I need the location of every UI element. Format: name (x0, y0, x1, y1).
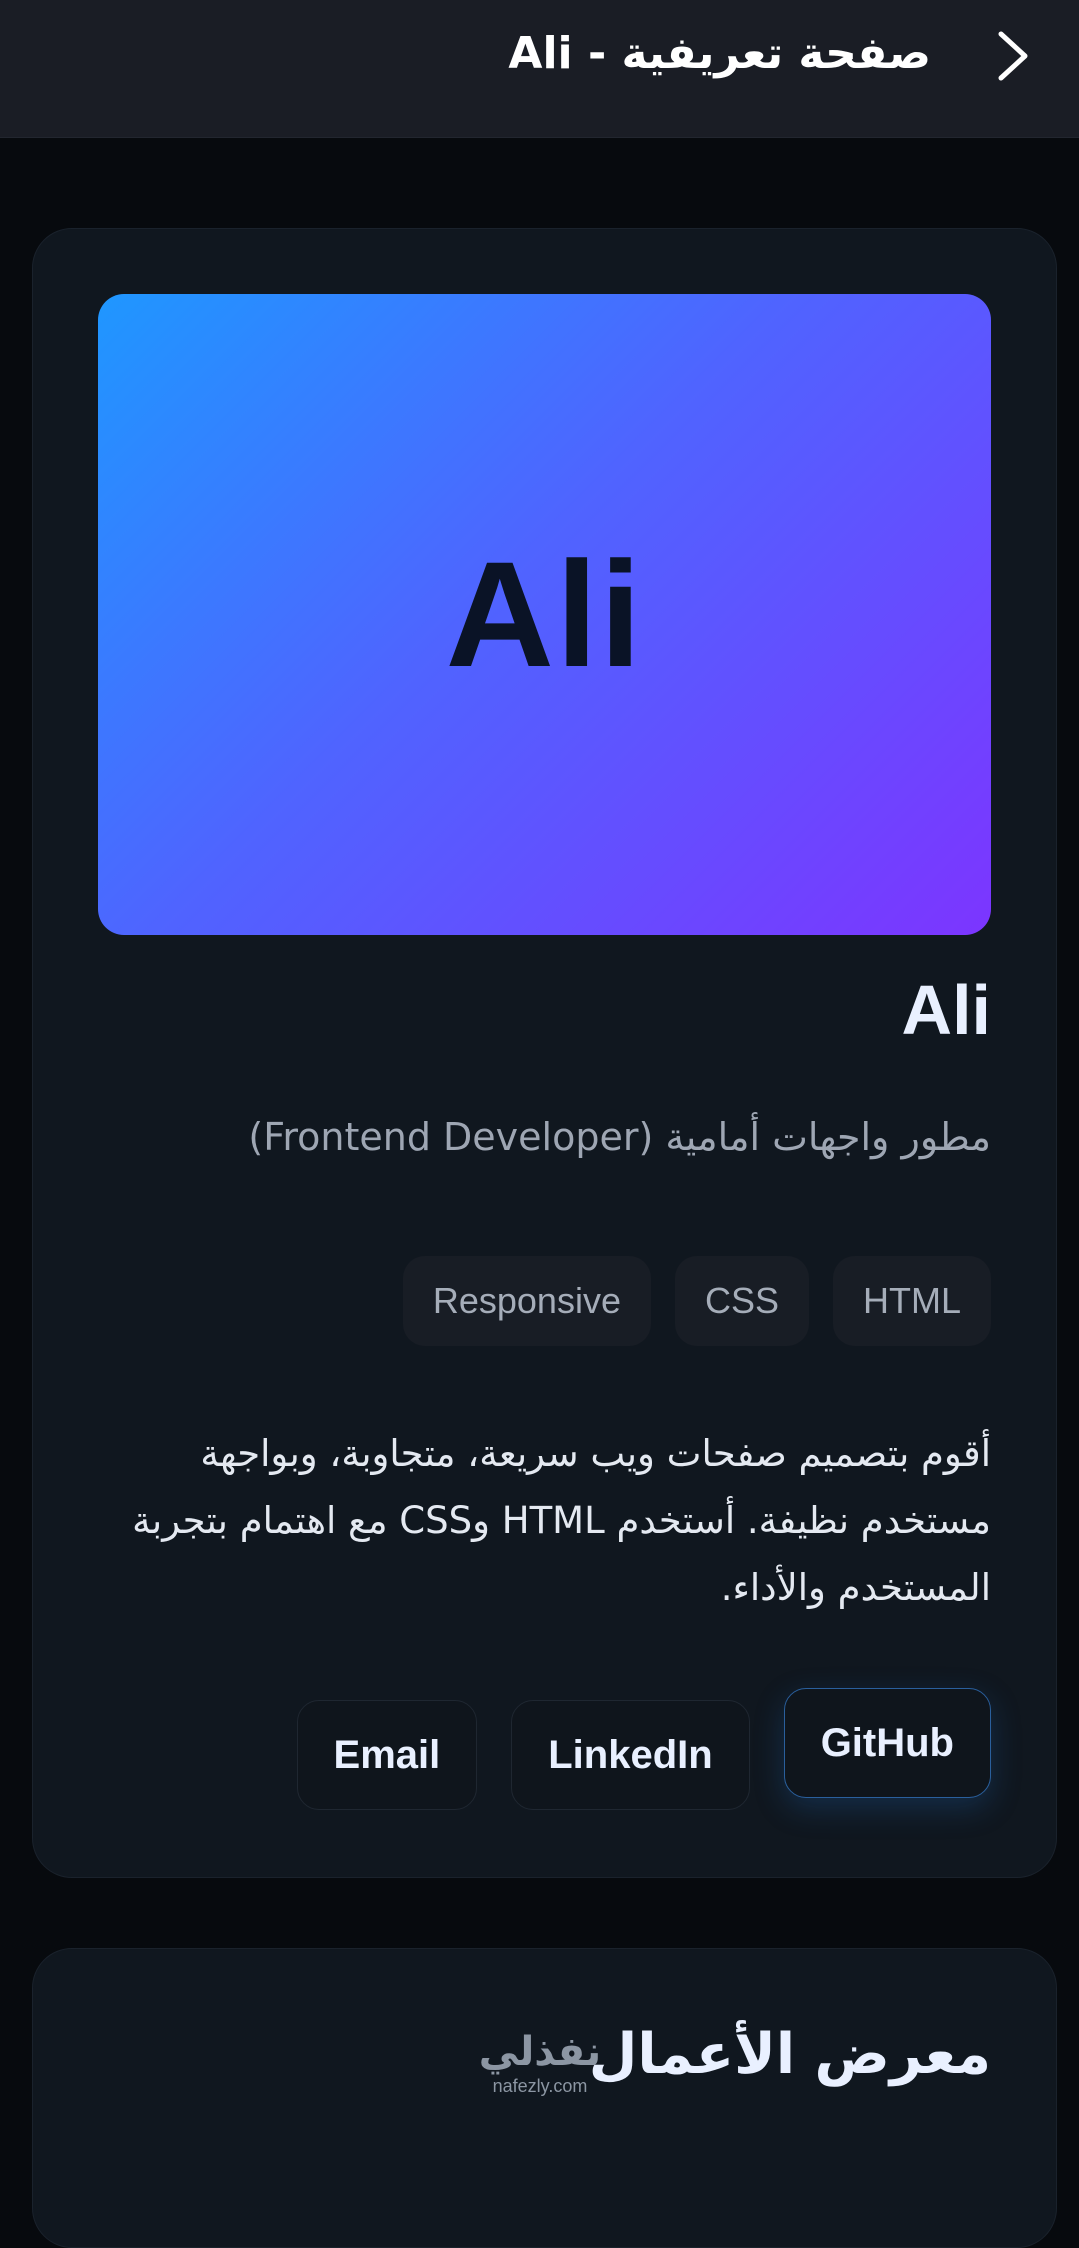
skill-tag-html: HTML (833, 1256, 991, 1346)
profile-banner: Ali (98, 294, 991, 935)
back-button[interactable] (989, 28, 1039, 84)
profile-name: Ali (901, 971, 991, 1049)
portfolio-card (32, 1948, 1057, 2248)
banner-name: Ali (445, 530, 644, 698)
portfolio-title: معرض الأعمال (588, 2022, 991, 2087)
skill-tags: HTML CSS Responsive (402, 1256, 991, 1346)
profile-bio: أقوم بتصميم صفحات ويب سريعة، متجاوبة، وب… (132, 1432, 991, 1609)
watermark-logo: نفذلي nafezly.com (470, 2028, 610, 2096)
profile-role: مطور واجهات أمامية (Frontend Developer) (248, 1115, 991, 1159)
app-header: صفحة تعريفية - Ali (0, 0, 1079, 138)
watermark-arabic: نفذلي (478, 2029, 602, 2075)
github-button[interactable]: GitHub (783, 1688, 991, 1798)
chevron-right-icon (998, 31, 1028, 81)
profile-links: GitHub LinkedIn Email (296, 1688, 991, 1810)
linkedin-button[interactable]: LinkedIn (511, 1700, 750, 1810)
page-title: صفحة تعريفية - Ali (508, 28, 931, 79)
email-button[interactable]: Email (296, 1700, 478, 1810)
watermark-latin: nafezly.com (492, 2076, 588, 2096)
skill-tag-css: CSS (674, 1256, 809, 1346)
skill-tag-responsive: Responsive (402, 1256, 651, 1346)
